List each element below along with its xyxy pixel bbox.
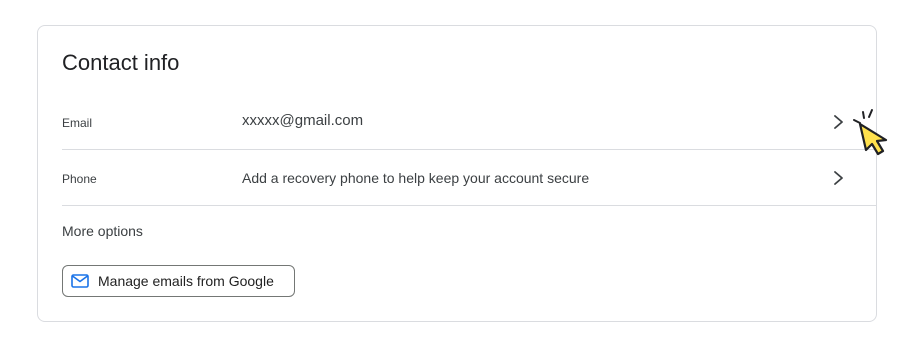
click-cursor-icon <box>853 109 888 156</box>
chevron-right-icon <box>834 171 843 185</box>
card-title: Contact info <box>62 50 180 75</box>
phone-label: Phone <box>62 172 97 186</box>
phone-value: Add a recovery phone to help keep your a… <box>242 170 590 186</box>
mail-icon <box>71 274 89 288</box>
chevron-right-icon <box>834 115 843 129</box>
phone-row[interactable]: Phone Add a recovery phone to help keep … <box>38 150 876 206</box>
email-row[interactable]: Email xxxxx@gmail.com <box>38 94 876 150</box>
manage-emails-label: Manage emails from Google <box>98 273 274 289</box>
manage-emails-button[interactable]: Manage emails from Google <box>62 265 295 297</box>
email-label: Email <box>62 116 93 130</box>
row-divider <box>62 205 876 206</box>
email-value: xxxxx@gmail.com <box>242 112 364 129</box>
contact-info-card: Contact info Email xxxxx@gmail.com Phone… <box>37 25 877 322</box>
more-options-heading: More options <box>62 223 143 239</box>
